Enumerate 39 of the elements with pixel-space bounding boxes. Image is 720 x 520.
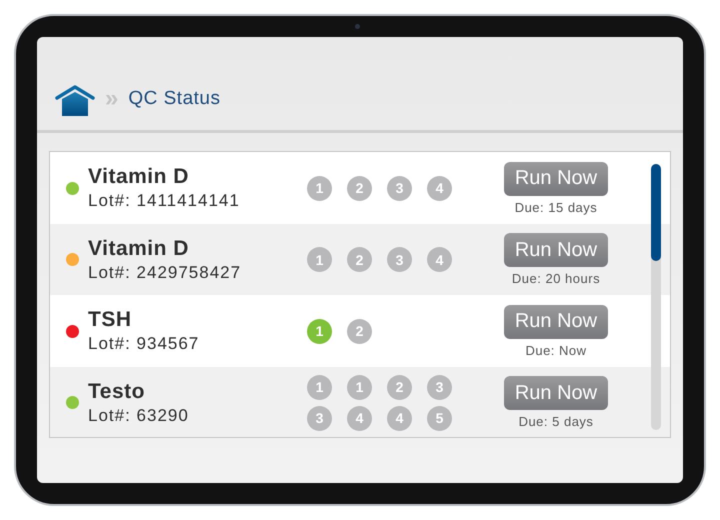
breadcrumb-separator: »: [105, 84, 118, 112]
lot-number: Lot#: 934567: [88, 334, 200, 354]
home-icon[interactable]: [55, 84, 95, 116]
level-badge: 5: [427, 406, 452, 430]
level-badge: 2: [347, 176, 372, 200]
level-badge: 4: [387, 406, 412, 430]
level-badge: 4: [427, 247, 452, 272]
level-badge: 4: [347, 406, 372, 430]
due-text: Due: 15 days: [514, 200, 598, 214]
level-badge: 3: [427, 374, 452, 400]
level-badge: 2: [347, 247, 372, 272]
lot-number: Lot#: 2429758427: [88, 262, 242, 282]
level-badge: 3: [387, 247, 412, 272]
due-text: Due: 20 hours: [512, 271, 600, 286]
lot-number: Lot#: 1411414141: [88, 191, 241, 211]
level-badge: 1: [307, 247, 332, 272]
level-badge: 2: [387, 374, 412, 400]
scrollbar[interactable]: [651, 164, 661, 430]
scrollbar-thumb[interactable]: [651, 164, 661, 261]
page-title: QC Status: [128, 88, 221, 110]
level-badge: 1: [307, 374, 332, 400]
test-name: Vitamin D: [88, 236, 190, 260]
run-now-button[interactable]: Run Now: [504, 233, 608, 267]
due-text: Due: Now: [525, 342, 587, 358]
level-badge: 2: [347, 318, 372, 344]
level-badge: 3: [307, 406, 332, 430]
run-now-button[interactable]: Run Now: [504, 304, 608, 338]
run-now-button[interactable]: Run Now: [504, 162, 608, 196]
due-text: Due: 5 days: [518, 414, 594, 429]
level-badge: 1: [307, 318, 332, 344]
level-badge: 1: [347, 374, 372, 400]
level-badge: 1: [307, 176, 332, 200]
test-name: TSH: [88, 308, 132, 332]
lot-number: Lot#: 63290: [88, 406, 190, 426]
test-name: Testo: [88, 380, 146, 404]
run-now-button[interactable]: Run Now: [504, 376, 608, 410]
level-badge: 4: [427, 176, 452, 200]
test-name: Vitamin D: [88, 165, 190, 189]
level-badge: 3: [387, 176, 412, 200]
